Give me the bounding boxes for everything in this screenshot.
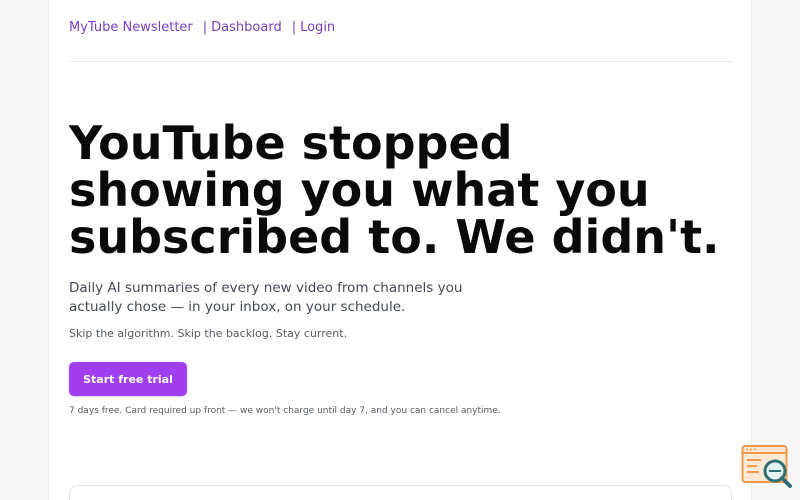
hero-tagline: Skip the algorithm. Skip the backlog. St… xyxy=(69,327,348,340)
hero-subhead: Daily AI summaries of every new video fr… xyxy=(69,280,463,315)
brand-link[interactable]: MyTube Newsletter xyxy=(69,20,193,35)
nav-separator: | xyxy=(291,20,297,35)
page-container: MyTube Newsletter | Dashboard | Login Yo… xyxy=(48,0,752,500)
header-divider xyxy=(69,61,732,62)
login-link[interactable]: Login xyxy=(300,20,335,35)
start-free-trial-button[interactable]: Start free trial xyxy=(69,362,187,396)
browser-search-widget[interactable] xyxy=(741,444,793,490)
dashboard-link[interactable]: Dashboard xyxy=(211,20,282,35)
content-card xyxy=(69,485,732,500)
top-nav: MyTube Newsletter | Dashboard | Login xyxy=(69,20,335,35)
trial-fineprint: 7 days free. Card required up front — we… xyxy=(69,406,501,416)
browser-search-icon xyxy=(741,445,792,488)
hero-headline: YouTube stopped showing you what you sub… xyxy=(69,116,720,264)
nav-separator: | xyxy=(202,20,208,35)
